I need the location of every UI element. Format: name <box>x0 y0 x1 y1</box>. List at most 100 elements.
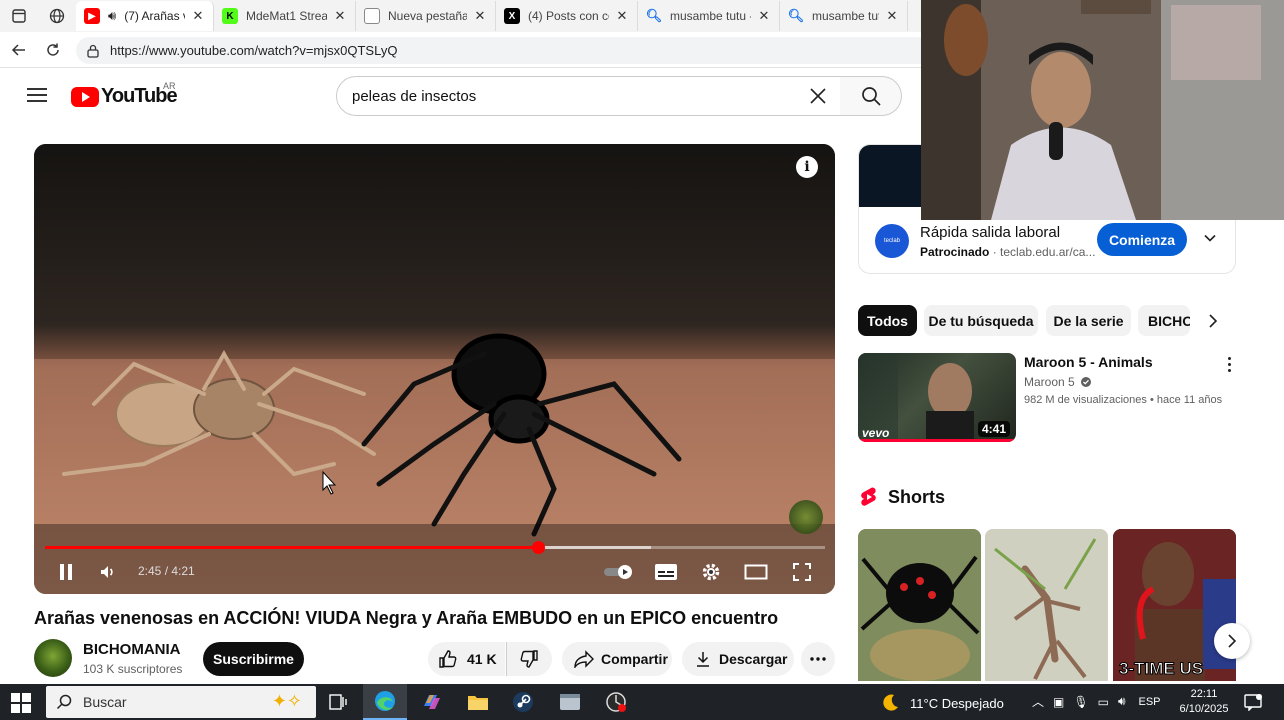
youtube-logo[interactable]: YouTube AR <box>71 81 178 108</box>
gear-icon <box>702 563 720 581</box>
channel-name[interactable]: BICHOMANIA <box>83 641 181 658</box>
download-label: Descargar <box>719 651 788 667</box>
taskbar-search-placeholder: Buscar <box>83 694 127 710</box>
back-arrow-icon[interactable] <box>6 37 32 63</box>
chevron-right-icon <box>1228 634 1237 648</box>
task-view-icon[interactable] <box>316 684 360 720</box>
tray-overflow-icon[interactable]: ︿ <box>1032 693 1044 710</box>
close-icon[interactable]: ✕ <box>191 8 205 24</box>
download-button[interactable]: Descargar <box>682 642 794 676</box>
new-tab-icon <box>364 8 380 24</box>
channel-watermark-icon[interactable] <box>789 500 823 534</box>
more-actions-button[interactable] <box>801 642 835 676</box>
pause-button[interactable] <box>54 560 78 584</box>
copilot-icon[interactable] <box>410 684 454 720</box>
close-icon[interactable]: ✕ <box>757 8 771 24</box>
chip-search-related[interactable]: De tu búsqueda <box>924 305 1038 336</box>
vevo-badge: vevo <box>862 426 890 440</box>
tab-actions-icon[interactable] <box>6 3 32 29</box>
subscribe-button[interactable]: Suscribirme <box>203 642 304 676</box>
info-icon[interactable]: i <box>796 156 818 178</box>
lock-icon[interactable] <box>86 44 100 58</box>
tab-search-1[interactable]: 🔍︎ musambe tutu - ✕ <box>638 1 780 31</box>
recommendation-channel[interactable]: Maroon 5 <box>1024 375 1092 389</box>
language-indicator[interactable]: ESP <box>1139 696 1161 708</box>
volume-icon[interactable]: 🔊︎ <box>1118 694 1126 709</box>
theater-mode-button[interactable] <box>743 560 769 584</box>
tab-kick[interactable]: K MdeMat1 Stream ✕ <box>214 1 356 31</box>
speaker-icon[interactable]: 🔊︎ <box>108 8 116 24</box>
dislike-button[interactable] <box>506 642 552 676</box>
app-window-icon[interactable] <box>548 684 592 720</box>
more-horizontal-icon <box>810 657 826 661</box>
recommendation-thumbnail[interactable]: vevo 4:41 <box>858 353 1016 442</box>
taskbar-search[interactable]: Buscar ✦✧ <box>46 686 316 718</box>
close-icon[interactable]: ✕ <box>615 8 629 24</box>
webcam-feed <box>921 0 1284 220</box>
video-frame <box>34 144 835 594</box>
volume-button[interactable] <box>96 560 120 584</box>
windows-taskbar: Buscar ✦✧ 11°C Despejado ︿ ▣ 🎙︎ ▭ 🔊︎ ESP… <box>0 684 1284 720</box>
chip-todos[interactable]: Todos <box>858 305 917 336</box>
time-display: 2:45 / 4:21 <box>138 564 195 578</box>
short-thumbnail[interactable] <box>985 529 1108 681</box>
tab-x-posts[interactable]: X (4) Posts con cor ✕ <box>496 1 638 31</box>
close-icon[interactable]: ✕ <box>885 8 899 24</box>
workspaces-icon[interactable] <box>44 3 70 29</box>
notification-icon[interactable] <box>1244 693 1262 712</box>
share-button[interactable]: Compartir <box>562 642 672 676</box>
windows-start-icon[interactable] <box>10 692 32 714</box>
search-query: peleas de insectos <box>352 87 477 105</box>
view-count: 982 M de visualizaciones <box>1024 394 1147 406</box>
close-icon[interactable]: ✕ <box>333 8 347 24</box>
steam-icon[interactable] <box>501 684 545 720</box>
url-field[interactable]: https://www.youtube.com/watch?v=mjsx0QTS… <box>76 37 976 64</box>
network-icon[interactable]: ▭ <box>1098 695 1109 709</box>
chevron-right-icon[interactable] <box>1202 310 1224 332</box>
fullscreen-button[interactable] <box>790 560 814 584</box>
menu-icon[interactable] <box>27 88 47 103</box>
subtitles-button[interactable] <box>653 560 679 584</box>
like-count: 41 K <box>467 651 497 667</box>
recording-app-icon[interactable] <box>594 684 638 720</box>
search-button[interactable] <box>840 76 902 116</box>
search-input[interactable]: peleas de insectos <box>336 76 841 116</box>
video-player[interactable]: i 2:45 / 4:21 <box>34 144 835 594</box>
weather-widget[interactable]: 11°C Despejado <box>880 693 1004 713</box>
tab-youtube[interactable]: ▶ 🔊︎ (7) Arañas v ✕ <box>76 1 214 31</box>
scrubber-handle[interactable] <box>531 541 545 554</box>
short-thumbnail[interactable] <box>858 529 981 681</box>
camera-icon[interactable]: ▣ <box>1053 695 1064 709</box>
progress-bar[interactable] <box>45 541 825 554</box>
avatar[interactable] <box>34 639 72 677</box>
system-clock[interactable]: 22:11 6/10/2025 <box>1174 687 1234 717</box>
youtube-play-icon <box>71 86 99 107</box>
close-icon[interactable]: ✕ <box>473 8 487 24</box>
more-vertical-icon[interactable] <box>1222 355 1236 373</box>
ad-title[interactable]: Rápida salida laboral <box>920 224 1060 241</box>
reload-icon[interactable] <box>40 37 66 63</box>
tab-new-tab[interactable]: Nueva pestaña ✕ <box>356 1 496 31</box>
chip-channel[interactable]: BICHO <box>1138 305 1190 336</box>
autoplay-toggle[interactable] <box>602 560 636 584</box>
edge-browser-icon[interactable] <box>363 684 407 720</box>
chevron-down-icon[interactable] <box>1203 231 1217 245</box>
ad-cta-button[interactable]: Comienza <box>1097 223 1187 256</box>
fullscreen-icon <box>793 563 811 581</box>
file-explorer-icon[interactable] <box>456 684 500 720</box>
tab-title: Nueva pestaña <box>388 9 467 23</box>
shorts-next-button[interactable] <box>1214 623 1250 659</box>
search-icon: 🔍︎ <box>645 8 663 23</box>
chip-series[interactable]: De la serie <box>1046 305 1131 336</box>
settings-button[interactable] <box>699 560 723 584</box>
clear-icon[interactable] <box>808 86 828 106</box>
like-button[interactable]: 41 K <box>428 642 505 676</box>
tab-title: (4) Posts con cor <box>528 9 609 23</box>
microphone-icon[interactable]: 🎙︎ <box>1073 695 1088 709</box>
short-thumbnail[interactable]: 3-TIME US <box>1113 529 1236 681</box>
advertiser-logo[interactable]: teclab <box>875 224 909 258</box>
upload-age: hace 11 años <box>1156 394 1223 406</box>
tab-search-2[interactable]: 🔍︎ musambe tutu - ✕ <box>780 1 908 31</box>
recommendation-title[interactable]: Maroon 5 - Animals <box>1024 354 1153 370</box>
search-icon: 🔍︎ <box>787 8 805 23</box>
